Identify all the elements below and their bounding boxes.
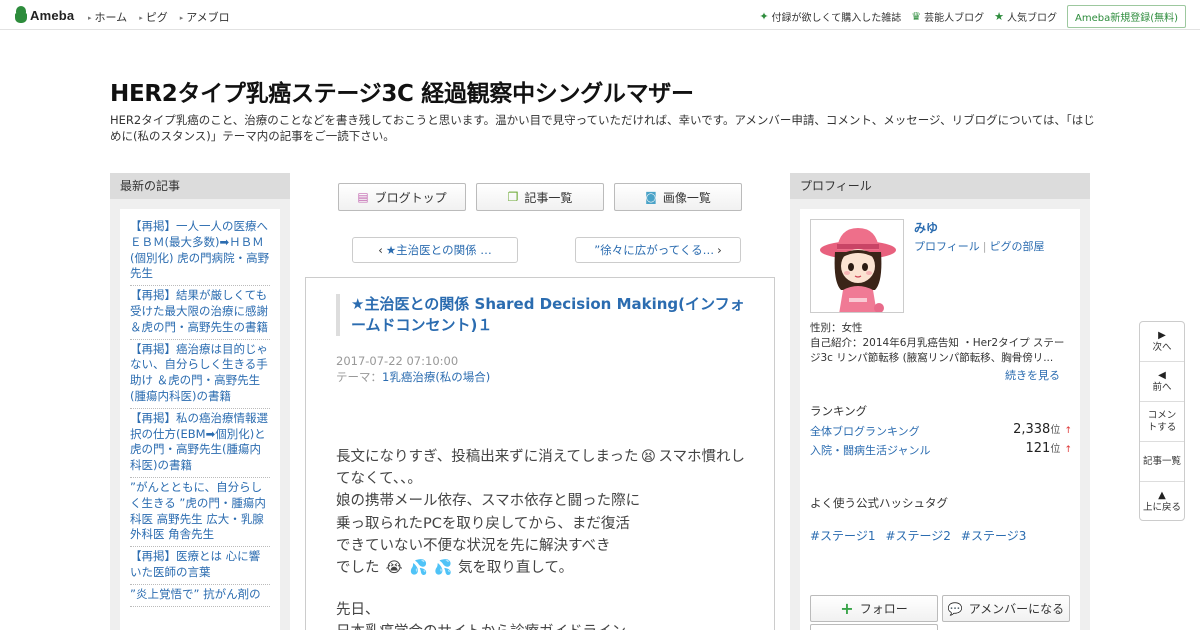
recent-article-link[interactable]: 【再掲】癌治療は目的じゃない、自分らしく生きる手助け ＆虎の門・高野先生(腫瘍内… [130,340,270,409]
global-nav: ホーム ピグ アメブロ [88,9,230,25]
floating-nav: ▶ 次へ ◀ 前へ コメントする 記事一覧 ▲ 上に戻る [1139,321,1185,521]
chevron-right-icon: › [717,243,722,257]
recent-article-link[interactable]: ”がんとともに、自分らしく生きる ”虎の門・腫瘍内科医 高野先生 広大・乳腺外科… [130,478,270,548]
triangle-right-icon: ▶ [1158,329,1166,341]
amember-button[interactable]: 💬 アメンバーになる [942,595,1070,622]
recent-article-link[interactable]: 【再掲】結果が厳しくても受けた最大限の治療に感謝 ＆虎の門・高野先生の書籍 [130,286,270,340]
blog-description: HER2タイプ乳癌のこと、治療のことなどを書き残しておこうと思います。温かい目で… [110,113,1095,143]
sweat-drops-icon: 💦 [434,560,453,577]
back-to-top-button[interactable]: ▲ 上に戻る [1140,482,1184,522]
profile-info: 性別：女性 自己紹介：2014年6月乳癌告知 ・Her2タイプ ステージ3c リ… [810,321,1072,366]
profile-panel: プロフィール みゆ プロフィール | ピグの部屋 性別：女性 自己紹介：2014… [790,173,1090,630]
next-article-link[interactable]: ”徐々に広がってくる… › [575,237,741,263]
article-date: 2017-07-22 07:10:00 [336,354,459,368]
article-title[interactable]: ★主治医との関係 Shared Decision Making(インフォームドコ… [336,294,746,336]
document-icon: ▤ [357,190,369,204]
ranking-genre-link[interactable]: 入院・闘病生活ジャンル [810,444,930,457]
ranking-overall-value: 2,338位 ↑ [1013,422,1072,437]
profile-name[interactable]: みゆ [914,219,938,236]
ameba-mark-icon [14,6,28,24]
link-magazine[interactable]: ✦ 付録が欲しくて購入した雑誌 [759,9,901,24]
arrow-up-icon: ↑ [1064,426,1072,436]
ranking-row-overall: 全体ブログランキング 2,338位 ↑ [810,422,1072,439]
article-meta: 2017-07-22 07:10:00 テーマ：1乳癌治療(私の場合) [336,353,490,385]
plus-icon: + [840,599,854,618]
theme-label: テーマ： [336,370,382,384]
profile-gender: 性別：女性 [810,322,863,334]
nav-home[interactable]: ホーム [88,9,128,25]
triangle-up-icon: ▲ [1158,490,1166,501]
hashtag-link[interactable]: #ステージ2 [885,527,950,544]
copy-icon: ❐ [507,190,519,204]
ameba-logo[interactable]: Ameba [14,6,74,24]
recent-articles-heading: 最新の記事 [110,173,290,199]
profile-intro: 自己紹介：2014年6月乳癌告知 ・Her2タイプ ステージ3c リンパ節転移 … [810,337,1065,364]
ranking-genre-value: 121位 ↑ [1025,441,1072,456]
profile-link[interactable]: プロフィール [914,240,980,253]
nav-ameblo[interactable]: アメブロ [180,9,229,25]
camera-icon: ◙ [645,190,657,204]
recent-article-link[interactable]: 【再掲】私の癌治療情報選択の仕方(EBM➡個別化)と虎の門・高野先生(腫瘍内科医… [130,409,270,478]
avatar-illustration-icon [811,220,903,312]
speech-bubble-icon: 💬 [947,601,963,616]
blog-top-button[interactable]: ▤ ブログトップ [338,183,466,211]
top-bar: Ameba ホーム ピグ アメブロ ✦付録が欲しくて購入した雑誌 ♛芸能人ブログ… [0,0,1200,30]
star-icon: ★ [994,10,1004,23]
register-button[interactable]: Ameba新規登録(無料) [1066,5,1186,28]
hashtag-list: #ステージ1 #ステージ2 #ステージ3 [810,527,1026,544]
article-list-button[interactable]: ❐ 記事一覧 [476,183,604,211]
comment-button[interactable]: コメントする [1140,402,1184,442]
ranking-row-genre: 入院・闘病生活ジャンル 121位 ↑ [810,441,1072,458]
avatar[interactable] [810,219,904,313]
ranking-heading: ランキング [810,404,868,418]
nav-pigg[interactable]: ピグ [139,9,168,25]
hashtag-heading: よく使う公式ハッシュタグ [810,496,948,510]
crying-face-icon: 😭 [385,560,403,577]
article: ★主治医との関係 Shared Decision Making(インフォームドコ… [305,277,775,630]
ranking-overall-link[interactable]: 全体ブログランキング [810,425,920,438]
pigg-room-link[interactable]: ピグの部屋 [990,240,1045,253]
recent-article-link[interactable]: 【再掲】医療とは 心に響いた医師の言葉 [130,547,270,585]
blog-title[interactable]: HER2タイプ乳癌ステージ3C 経過観察中シングルマザー [110,74,694,108]
chevron-left-icon: ‹ [378,243,383,257]
read-more-link[interactable]: 続きを見る [1005,367,1060,383]
prev-article-link[interactable]: ‹ ★主治医との関係 … [352,237,518,263]
article-theme-link[interactable]: 1乳癌治療(私の場合) [382,370,490,384]
link-celebrity-blog[interactable]: ♛ 芸能人ブログ [911,9,984,24]
image-list-button[interactable]: ◙ 画像一覧 [614,183,742,211]
sparkle-icon: ✦ [759,10,769,23]
more-button[interactable] [810,624,938,630]
article-body: 長文になりすぎ、投稿出来ずに消えてしまった 😫 スマホ慣れしてなくて、、。 娘の携帯… [336,446,746,630]
sweat-drops-icon: 💦 [409,560,428,577]
prev-button[interactable]: ◀ 前へ [1140,362,1184,402]
link-popular-blog[interactable]: ★ 人気ブログ [994,9,1057,24]
follow-button[interactable]: + フォロー [810,595,938,622]
crown-icon: ♛ [911,10,922,23]
recent-articles-panel: 最新の記事 【再掲】一人一人の医療へ ＥＢＭ(最大多数)➡ＨＢＭ(個別化) 虎の… [110,173,290,630]
hashtag-link[interactable]: #ステージ1 [810,527,875,544]
recent-article-link[interactable]: ”炎上覚悟で” 抗がん剤の [130,585,270,607]
profile-heading: プロフィール [790,173,1090,199]
arrow-up-icon: ↑ [1064,445,1072,455]
profile-links: プロフィール | ピグの部屋 [914,240,1045,253]
next-button[interactable]: ▶ 次へ [1140,322,1184,362]
tired-face-icon: 😫 [640,449,657,465]
hashtag-link[interactable]: #ステージ3 [961,527,1026,544]
recent-articles-list: 【再掲】一人一人の医療へ ＥＢＭ(最大多数)➡ＨＢＭ(個別化) 虎の門病院・高野… [120,209,280,630]
recent-article-link[interactable]: 【再掲】一人一人の医療へ ＥＢＭ(最大多数)➡ＨＢＭ(個別化) 虎の門病院・高野… [130,217,270,287]
top-right-links: ✦ 付録が欲しくて購入した雑誌 ♛ 芸能人ブログ ★ 人気ブログ Ameba新規登録(… [759,5,1186,28]
triangle-left-icon: ◀ [1158,369,1166,381]
article-list-side-button[interactable]: 記事一覧 [1140,442,1184,482]
profile-box: みゆ プロフィール | ピグの部屋 性別：女性 自己紹介：2014年6月乳癌告知 ・… [800,209,1080,630]
